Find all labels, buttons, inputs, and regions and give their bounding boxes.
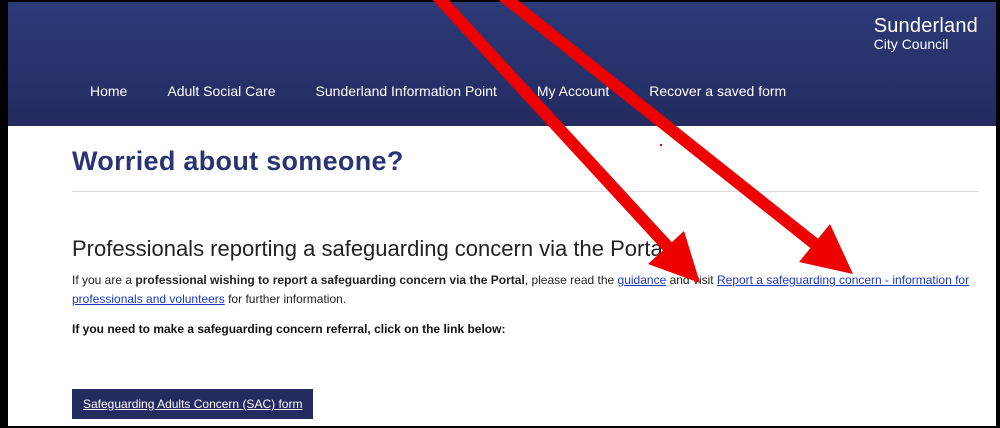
title-divider (72, 191, 978, 192)
intro-paragraph: If you are a professional wishing to rep… (72, 271, 972, 309)
para-text-4: for further information. (224, 292, 347, 306)
para-bold-text: professional wishing to report a safegua… (135, 273, 525, 287)
main-content: Worried about someone? Professionals rep… (72, 126, 978, 426)
para-text-1: If you are a (72, 273, 136, 287)
page-title: Worried about someone? (72, 146, 404, 176)
nav-sunderland-information-point[interactable]: Sunderland Information Point (316, 83, 497, 99)
council-logo[interactable]: Sunderland City Council (874, 16, 978, 52)
logo-line-1: Sunderland (873, 15, 978, 37)
browser-viewport: Sunderland City Council Home Adult Socia… (4, 2, 996, 426)
red-dot-mark (660, 144, 662, 146)
logo-line-2: City Council (873, 36, 949, 52)
referral-instruction: If you need to make a safeguarding conce… (72, 322, 506, 336)
main-nav: Home Adult Social Care Sunderland Inform… (90, 83, 826, 99)
section-title: Professionals reporting a safeguarding c… (72, 236, 668, 261)
sac-form-button[interactable]: Safeguarding Adults Concern (SAC) form (72, 389, 314, 419)
nav-home[interactable]: Home (90, 83, 127, 99)
nav-recover-saved-form[interactable]: Recover a saved form (649, 83, 786, 99)
nav-adult-social-care[interactable]: Adult Social Care (167, 83, 275, 99)
nav-my-account[interactable]: My Account (537, 83, 609, 99)
para-text-2: , please read the (524, 273, 618, 287)
guidance-link[interactable]: guidance (618, 273, 667, 287)
para-text-3: and visit (666, 273, 717, 287)
site-header: Sunderland City Council Home Adult Socia… (8, 2, 996, 126)
